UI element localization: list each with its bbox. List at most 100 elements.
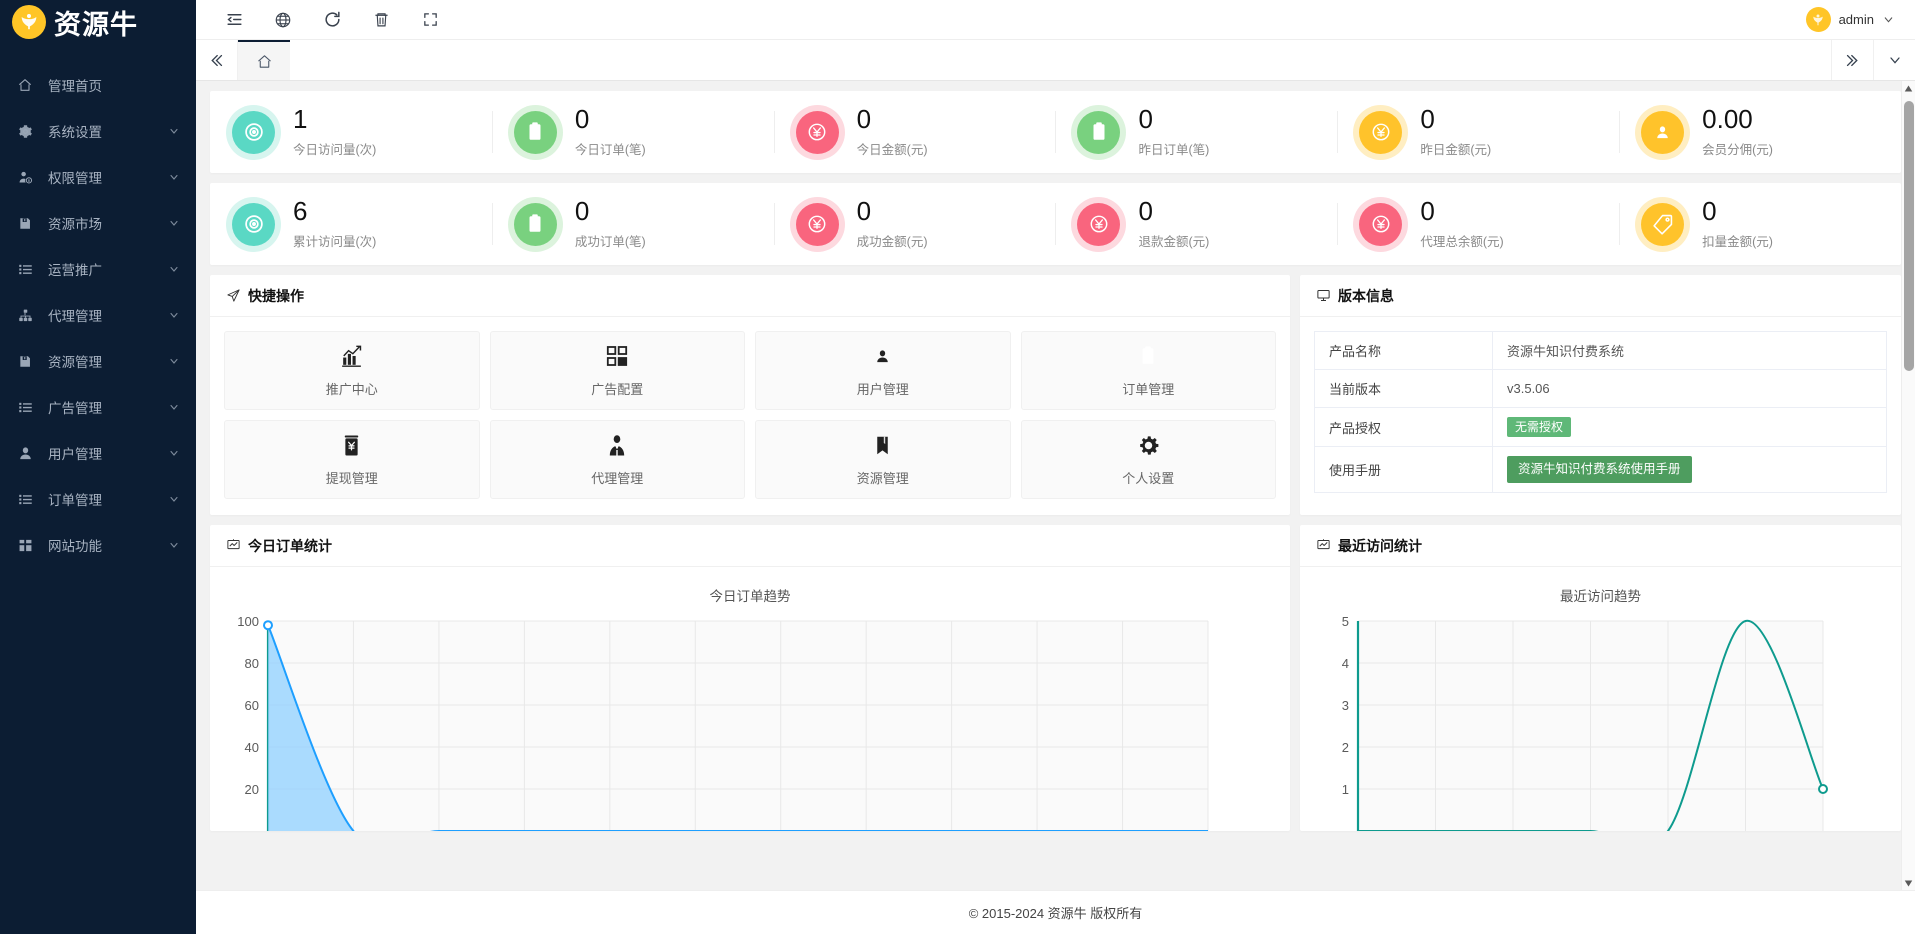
sidebar-item-label: 订单管理 <box>48 489 168 509</box>
scroll-down-arrow-icon[interactable] <box>1902 876 1915 890</box>
vertical-scrollbar[interactable] <box>1901 81 1915 890</box>
stat-text: 1今日访问量(次) <box>293 106 376 158</box>
stat-label: 累计访问量(次) <box>293 231 376 250</box>
version-key: 产品名称 <box>1315 332 1493 370</box>
chevron-down-icon[interactable] <box>168 217 180 229</box>
yen-icon <box>1359 203 1402 246</box>
stats-row-today: 1今日访问量(次)0今日订单(笔)0今日金额(元)0昨日订单(笔)0昨日金额(元… <box>210 91 1901 173</box>
stat-label: 会员分佣(元) <box>1702 139 1773 158</box>
chevron-down-icon[interactable] <box>168 401 180 413</box>
sidebar-item-10[interactable]: 订单管理 <box>0 476 196 522</box>
chevron-down-icon[interactable] <box>168 355 180 367</box>
version-info-card: 版本信息 产品名称资源牛知识付费系统当前版本v3.5.06产品授权无需授权使用手… <box>1300 275 1901 515</box>
sidebar-item-1[interactable]: 管理首页 <box>0 62 196 108</box>
clipboard-icon <box>514 111 557 154</box>
user-icon <box>875 343 890 369</box>
stat-value: 0 <box>575 198 646 225</box>
menu-fold-icon[interactable] <box>222 8 246 32</box>
sidebar-item-8[interactable]: 广告管理 <box>0 384 196 430</box>
orders-chart-header: 今日订单统计 <box>210 525 1290 567</box>
chevron-down-icon[interactable] <box>168 539 180 551</box>
chevron-down-icon[interactable] <box>168 125 180 137</box>
quick-action-7[interactable]: 资源管理 <box>755 420 1011 499</box>
brand-logo-icon <box>12 5 46 39</box>
tabbar-dropdown-icon[interactable] <box>1873 40 1915 80</box>
sidebar-item-label: 用户管理 <box>48 443 168 463</box>
stat-text: 0成功订单(笔) <box>575 198 646 250</box>
sitemap-icon <box>14 306 36 324</box>
tag-icon <box>1641 203 1684 246</box>
monitor-icon <box>1316 288 1331 303</box>
stat-total-card-5: 0代理总余额(元) <box>1337 183 1619 265</box>
trash-icon[interactable] <box>369 8 393 32</box>
scrollbar-thumb[interactable] <box>1904 101 1914 371</box>
manual-button[interactable]: 资源牛知识付费系统使用手册 <box>1507 456 1692 483</box>
stat-value: 0 <box>857 106 928 133</box>
quick-actions-grid: 推广中心广告配置用户管理订单管理提现管理代理管理资源管理个人设置 <box>224 331 1276 499</box>
stat-label: 昨日订单(笔) <box>1138 139 1209 158</box>
quick-action-4[interactable]: 订单管理 <box>1021 331 1277 410</box>
clipboard-icon <box>1077 111 1120 154</box>
stat-today-card-5: 0昨日金额(元) <box>1337 91 1619 173</box>
version-row-4: 使用手册资源牛知识付费系统使用手册 <box>1315 447 1887 493</box>
yen-icon <box>796 203 839 246</box>
version-row-3: 产品授权无需授权 <box>1315 408 1887 447</box>
mid-row: 快捷操作 推广中心广告配置用户管理订单管理提现管理代理管理资源管理个人设置 <box>210 275 1901 515</box>
svg-text:20: 20 <box>245 782 259 797</box>
quick-action-8[interactable]: 个人设置 <box>1021 420 1277 499</box>
quick-action-2[interactable]: 广告配置 <box>490 331 746 410</box>
version-value-cell: v3.5.06 <box>1493 370 1887 408</box>
svg-text:5: 5 <box>1342 615 1349 629</box>
tabbar <box>196 40 1915 81</box>
book-icon <box>872 432 893 458</box>
scroll-up-arrow-icon[interactable] <box>1902 81 1915 95</box>
main-area: admin <box>196 0 1915 934</box>
sidebar-item-4[interactable]: 资源市场 <box>0 200 196 246</box>
stat-text: 0今日金额(元) <box>857 106 928 158</box>
topbar-user[interactable]: admin <box>1806 7 1901 32</box>
charts-row: 今日订单统计 今日订单趋势 20406080100 <box>210 525 1901 831</box>
scrollbar-track[interactable] <box>1902 95 1915 876</box>
sidebar-logo[interactable]: 资源牛 <box>0 2 196 42</box>
tab-home[interactable] <box>238 40 290 80</box>
chevron-down-icon[interactable] <box>168 309 180 321</box>
double-chevron-left-icon[interactable] <box>196 40 238 80</box>
fullscreen-icon[interactable] <box>418 8 442 32</box>
sidebar-item-2[interactable]: 系统设置 <box>0 108 196 154</box>
sidebar-menu: 管理首页系统设置权限管理资源市场运营推广代理管理资源管理广告管理用户管理订单管理… <box>0 62 196 568</box>
chevron-down-icon[interactable] <box>168 493 180 505</box>
double-chevron-right-icon[interactable] <box>1831 40 1873 80</box>
stat-total-card-4: 0退款金额(元) <box>1055 183 1337 265</box>
sidebar-item-5[interactable]: 运营推广 <box>0 246 196 292</box>
chevron-down-icon[interactable] <box>168 171 180 183</box>
stat-value: 0 <box>1138 106 1209 133</box>
quick-action-6[interactable]: 代理管理 <box>490 420 746 499</box>
visits-chart-title: 最近访问趋势 <box>1300 567 1901 615</box>
footer: © 2015-2024 资源牛 版权所有 <box>196 890 1915 934</box>
sidebar-item-3[interactable]: 权限管理 <box>0 154 196 200</box>
quick-action-1[interactable]: 推广中心 <box>224 331 480 410</box>
chevron-down-icon[interactable] <box>168 447 180 459</box>
refresh-icon[interactable] <box>320 8 344 32</box>
chevron-down-icon[interactable] <box>168 263 180 275</box>
grid-icon <box>14 536 36 554</box>
svg-text:40: 40 <box>245 740 259 755</box>
clipboard-icon <box>1137 343 1159 369</box>
quick-action-5[interactable]: 提现管理 <box>224 420 480 499</box>
list-icon <box>14 490 36 508</box>
home-icon <box>14 76 36 94</box>
sidebar-item-6[interactable]: 代理管理 <box>0 292 196 338</box>
stat-value: 0 <box>1420 198 1503 225</box>
version-value-cell: 资源牛知识付费系统 <box>1493 332 1887 370</box>
sidebar-item-9[interactable]: 用户管理 <box>0 430 196 476</box>
orders-chart-panel-title: 今日订单统计 <box>248 536 332 556</box>
quick-action-3[interactable]: 用户管理 <box>755 331 1011 410</box>
quick-action-label: 订单管理 <box>1122 379 1174 398</box>
sidebar-item-11[interactable]: 网站功能 <box>0 522 196 568</box>
dashboard-content: 1今日访问量(次)0今日订单(笔)0今日金额(元)0昨日订单(笔)0昨日金额(元… <box>196 81 1915 831</box>
stat-value: 0 <box>1138 198 1209 225</box>
chevron-down-icon[interactable] <box>1882 13 1895 26</box>
globe-icon[interactable] <box>271 8 295 32</box>
svg-text:80: 80 <box>245 656 259 671</box>
sidebar-item-7[interactable]: 资源管理 <box>0 338 196 384</box>
